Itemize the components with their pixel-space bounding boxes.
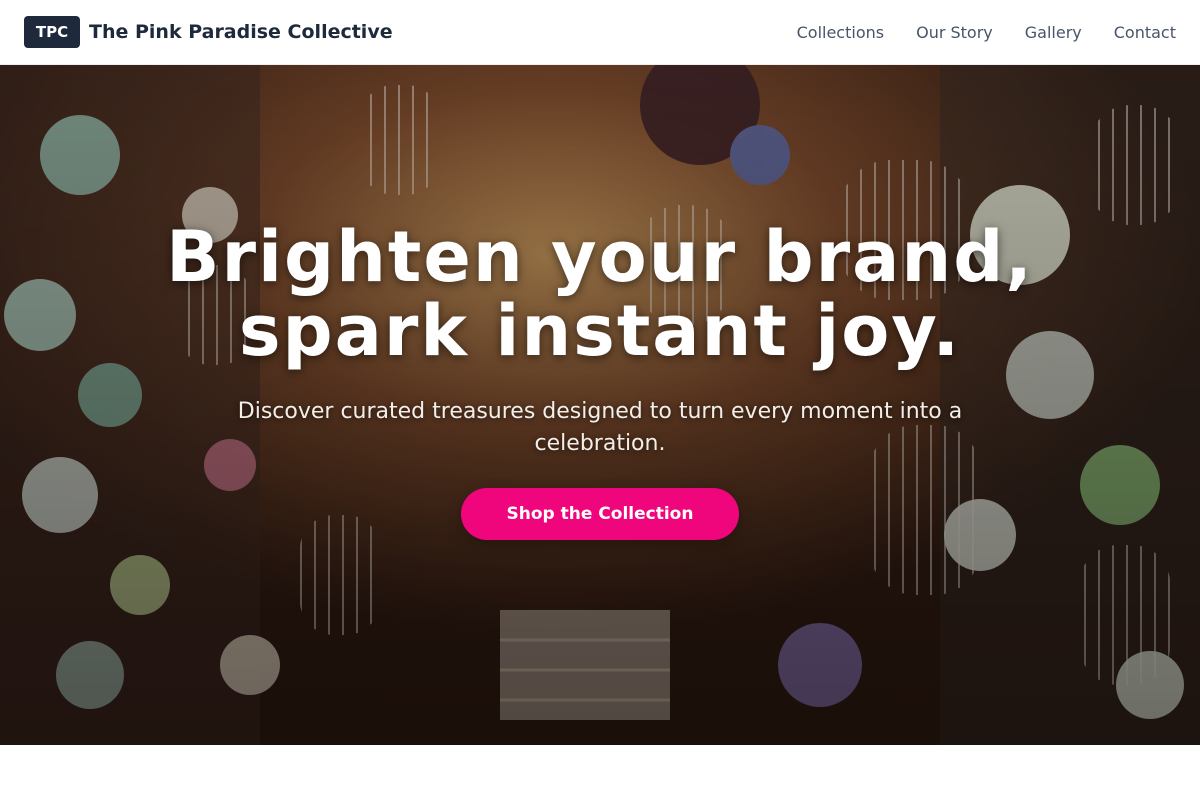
nav-link-contact[interactable]: Contact — [1114, 23, 1176, 42]
nav-link-collections[interactable]: Collections — [797, 23, 884, 42]
hero-headline: Brighten your brand, spark instant joy. — [166, 216, 1034, 372]
top-navbar: TPC The Pink Paradise Collective Collect… — [0, 0, 1200, 65]
brand-logo-link[interactable]: TPC The Pink Paradise Collective — [24, 16, 393, 48]
brand-name: The Pink Paradise Collective — [89, 21, 393, 43]
logo-badge: TPC — [24, 16, 80, 48]
hero-subtitle: Discover curated treasures designed to t… — [237, 399, 963, 456]
shop-collection-button[interactable]: Shop the Collection — [461, 488, 739, 540]
nav-link-gallery[interactable]: Gallery — [1025, 23, 1082, 42]
hero-content: Brighten your brand, spark instant joy. … — [0, 220, 1200, 540]
nav-links: Collections Our Story Gallery Contact — [797, 23, 1176, 42]
next-section-top — [0, 745, 1200, 800]
nav-link-our-story[interactable]: Our Story — [916, 23, 993, 42]
hero-section: Brighten your brand, spark instant joy. … — [0, 65, 1200, 745]
